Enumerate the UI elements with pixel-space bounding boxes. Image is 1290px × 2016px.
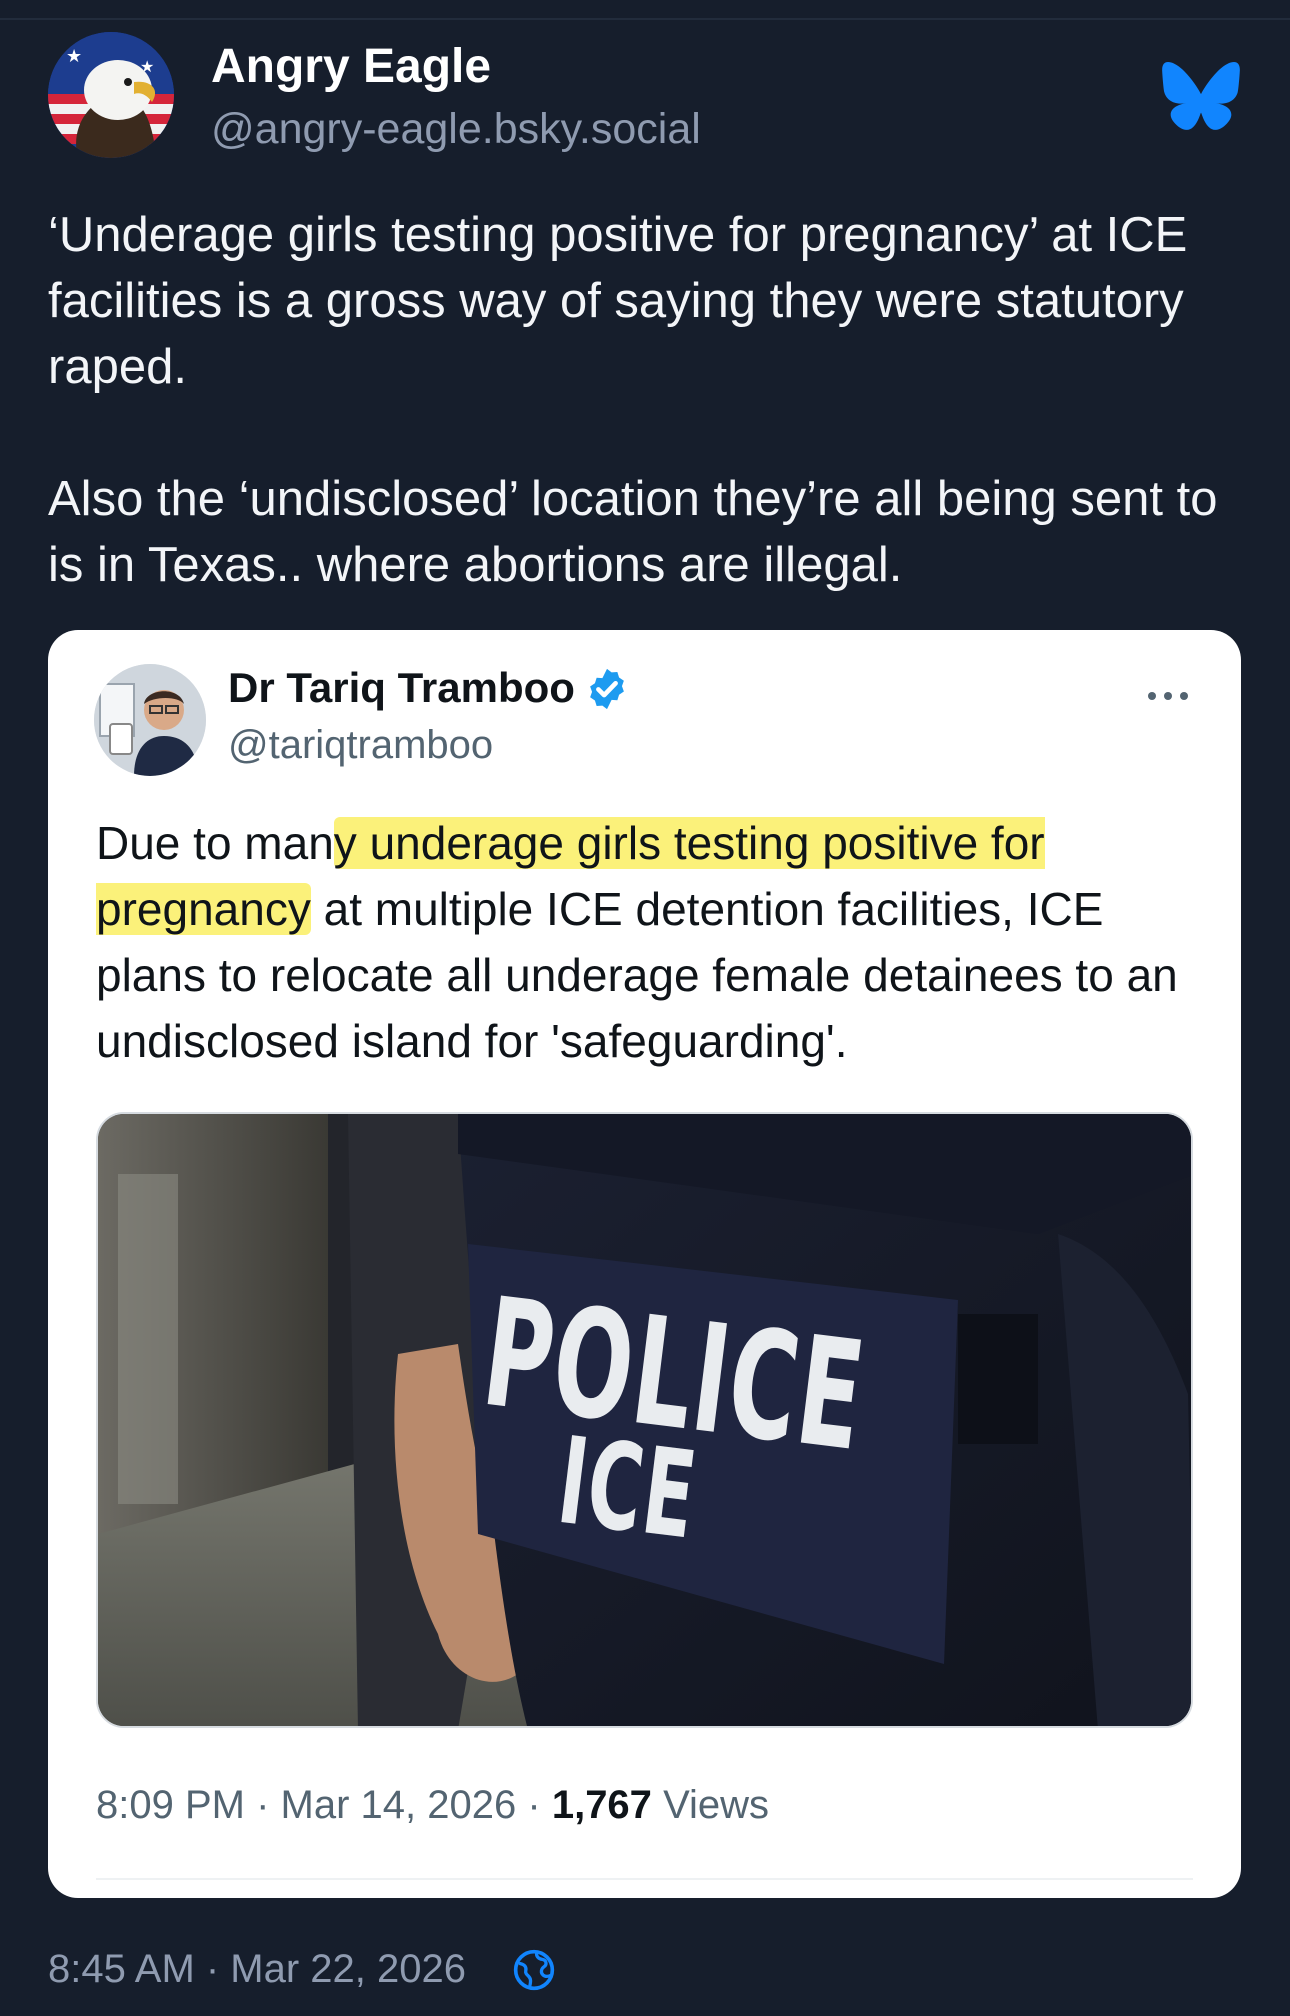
meta-separator: ·	[527, 1783, 541, 1827]
bluesky-butterfly-icon[interactable]	[1162, 62, 1240, 130]
bald-eagle-avatar-icon: ★ ★	[48, 32, 174, 158]
meta-separator: ·	[256, 1783, 270, 1827]
verified-badge-icon	[590, 668, 624, 710]
tweet-image[interactable]: POLICE ICE	[96, 1112, 1193, 1728]
author-display-name[interactable]: Angry Eagle	[211, 38, 491, 96]
author-avatar[interactable]: ★ ★	[48, 32, 174, 158]
more-options-icon[interactable]	[1144, 684, 1192, 708]
post-paragraph: ‘Underage girls testing positive for pre…	[48, 208, 1188, 394]
top-divider	[0, 18, 1290, 20]
tweet-divider	[96, 1878, 1193, 1880]
tweet-views-count: 1,767	[551, 1783, 652, 1827]
post-timestamp[interactable]: 8:45 AM · Mar 22, 2026	[48, 1944, 466, 1994]
tweet-views-label: Views	[663, 1783, 770, 1827]
tweet-time: 8:09 PM	[96, 1783, 245, 1827]
post-paragraph: Also the ‘undisclosed’ location they’re …	[48, 472, 1218, 592]
tweet-author-name: Dr Tariq Tramboo	[228, 664, 575, 711]
svg-text:★: ★	[66, 46, 82, 67]
tweet-author-handle: @tariqtramboo	[228, 723, 494, 767]
tweet-text-before: Due to man	[96, 817, 334, 869]
vest-label-ice: ICE	[551, 1412, 704, 1567]
embedded-tweet-card[interactable]: Dr Tariq Tramboo @tariqtramboo Due to ma…	[48, 630, 1241, 1898]
tweet-text: Due to many underage girls testing posit…	[96, 810, 1206, 1074]
tweet-date: Mar 14, 2026	[280, 1783, 517, 1827]
post-text: ‘Underage girls testing positive for pre…	[48, 202, 1248, 598]
person-avatar-icon	[94, 664, 206, 776]
globe-icon[interactable]	[512, 1948, 556, 1992]
author-handle[interactable]: @angry-eagle.bsky.social	[211, 102, 701, 156]
tweet-metadata: 8:09 PM · Mar 14, 2026 · 1,767 Views	[96, 1780, 769, 1830]
tweet-author-avatar	[94, 664, 206, 776]
